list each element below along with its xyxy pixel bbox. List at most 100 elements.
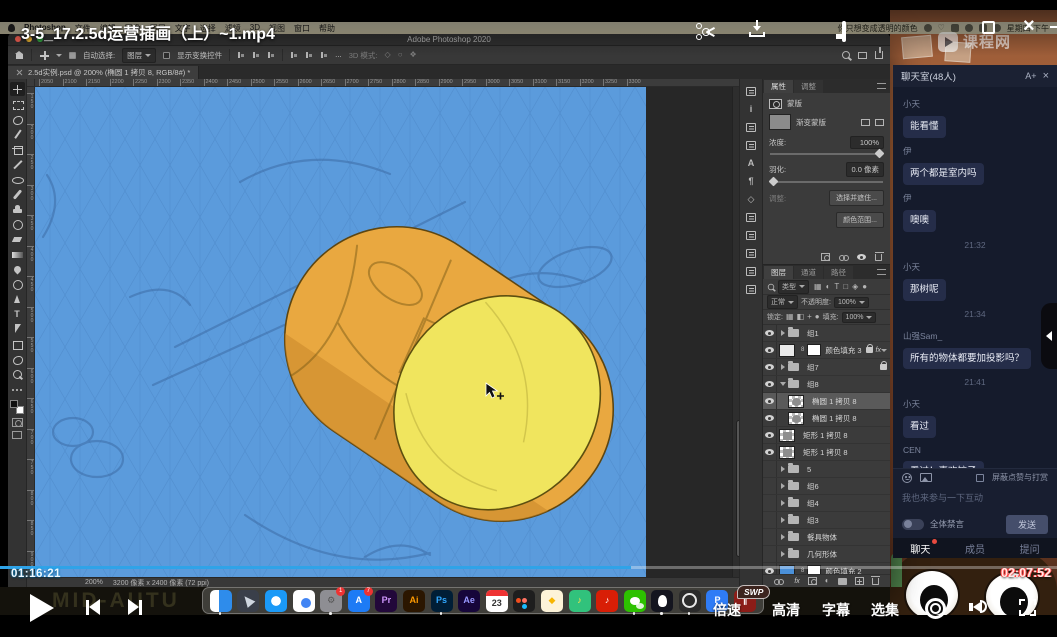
visibility-toggle[interactable] <box>763 427 777 443</box>
close-player-icon[interactable]: × <box>1023 17 1035 35</box>
eraser-tool[interactable] <box>10 232 25 246</box>
qq-music-dock-icon[interactable]: ♪ <box>569 590 591 612</box>
screen-mode-icon[interactable] <box>12 431 22 439</box>
brush-settings-icon[interactable] <box>745 121 758 133</box>
filter-adjustment-icon[interactable]: ◐ <box>826 282 831 292</box>
after-effects-dock-icon[interactable]: Ae <box>458 590 480 612</box>
picture-in-picture-icon[interactable] <box>842 21 846 42</box>
foreground-background-colors[interactable] <box>10 400 24 414</box>
vector-mask-icon[interactable] <box>875 119 884 126</box>
filter-smart-icon[interactable]: ◈ <box>852 282 858 292</box>
3d-orbit-icon[interactable]: ◇ <box>385 51 391 59</box>
path-selection-tool[interactable] <box>10 322 25 336</box>
image-icon[interactable] <box>920 473 932 482</box>
feather-slider[interactable] <box>770 181 883 183</box>
feather-value[interactable]: 0.0 像素 <box>846 162 884 177</box>
layer-thumbnail[interactable] <box>788 395 804 408</box>
calendar-dock-icon[interactable]: 23 <box>486 590 508 612</box>
group-row[interactable]: 5 <box>763 461 890 478</box>
scrollbar-thumb[interactable] <box>736 420 739 557</box>
visibility-toggle[interactable] <box>763 444 777 460</box>
delete-mask-icon[interactable] <box>875 254 882 261</box>
density-slider[interactable] <box>770 153 883 155</box>
layer-name[interactable]: 组4 <box>807 498 887 509</box>
tab-properties[interactable]: 属性 <box>764 80 793 93</box>
density-value[interactable]: 100% <box>850 136 884 149</box>
shape-tool[interactable] <box>10 337 25 351</box>
layer-name[interactable]: 组1 <box>807 328 887 339</box>
visibility-toggle[interactable] <box>763 495 777 511</box>
lock-all-icon[interactable]: ● <box>815 312 820 322</box>
layer-thumbnail[interactable] <box>779 344 795 357</box>
marquee-tool[interactable] <box>10 97 25 111</box>
menu-item[interactable]: 帮助 <box>319 23 335 34</box>
link-layers-icon[interactable] <box>774 577 783 585</box>
expand-arrow-icon[interactable] <box>781 330 785 336</box>
color-range-button[interactable]: 颜色范围... <box>836 212 884 228</box>
speed-button[interactable]: 倍速 <box>713 600 741 620</box>
layer-name[interactable]: 矩形 1 拷贝 8 <box>803 447 887 458</box>
filter-pixel-icon[interactable]: ▦ <box>814 282 822 292</box>
layer-name[interactable]: 矩形 1 拷贝 8 <box>803 430 887 441</box>
chevron-down-icon[interactable] <box>881 349 887 352</box>
group-row[interactable]: 组7 <box>763 359 890 376</box>
history-brush-tool[interactable] <box>10 217 25 231</box>
layer-name[interactable]: 几何形体 <box>807 549 887 560</box>
disable-mask-icon[interactable] <box>857 254 866 260</box>
workspace-icon[interactable] <box>858 52 867 59</box>
layer-name[interactable]: 组3 <box>807 515 887 526</box>
lock-pixels-icon[interactable]: ◧ <box>797 312 805 322</box>
send-button[interactable]: 发送 <box>1006 515 1048 534</box>
layer-name[interactable]: 椭圆 1 拷贝 8 <box>812 396 887 407</box>
quick-mask-icon[interactable] <box>12 418 23 427</box>
history-icon[interactable] <box>745 265 758 277</box>
visibility-toggle[interactable] <box>763 529 777 545</box>
fill-dropdown[interactable]: 100% <box>842 312 877 323</box>
block-gifts-checkbox[interactable] <box>976 474 984 482</box>
netease-music-dock-icon[interactable]: ♪ <box>596 590 618 612</box>
gradient-tool[interactable] <box>10 247 25 261</box>
crop-tool[interactable] <box>10 142 25 156</box>
filter-shape-icon[interactable]: □ <box>843 282 848 292</box>
chrome-dock-icon[interactable] <box>293 590 315 612</box>
ruler-corner[interactable] <box>27 79 35 87</box>
group-row[interactable]: 几何形体 <box>763 546 890 563</box>
brush-tool[interactable] <box>10 187 25 201</box>
new-group-icon[interactable] <box>838 578 847 585</box>
vertical-ruler[interactable]: 1502002503003504004505005506006507007508… <box>27 87 35 577</box>
selection-from-mask-icon[interactable] <box>821 253 830 261</box>
mask-thumbnail[interactable] <box>807 344 821 356</box>
foreground-color-swatch[interactable] <box>10 400 18 408</box>
zoom-level[interactable]: 200% <box>85 579 103 586</box>
episodes-button[interactable]: 选集 <box>871 600 899 620</box>
show-transform-checkbox[interactable] <box>163 52 170 59</box>
visibility-toggle[interactable] <box>763 325 777 341</box>
qq-dock-icon[interactable] <box>651 590 673 612</box>
play-button[interactable] <box>30 594 54 622</box>
chat-tab-成员[interactable]: 成员 <box>948 541 1003 556</box>
playback-icon[interactable] <box>924 24 932 32</box>
tab-layers[interactable]: 图层 <box>764 266 793 279</box>
quick-selection-tool[interactable] <box>10 127 25 141</box>
dodge-tool[interactable] <box>10 277 25 291</box>
move-tool[interactable] <box>10 82 25 96</box>
healing-brush-tool[interactable] <box>10 172 25 186</box>
clone-stamp-tool[interactable] <box>10 202 25 216</box>
swatches-icon[interactable] <box>745 85 758 97</box>
record-icon[interactable] <box>925 598 946 619</box>
group-row[interactable]: 餐具物体 <box>763 529 890 546</box>
font-size-button[interactable]: A+ <box>1025 71 1036 81</box>
layer-row[interactable]: 矩形 1 拷贝 8 <box>763 444 890 461</box>
paragraph-icon[interactable]: ¶ <box>745 175 758 187</box>
hand-tool[interactable] <box>10 352 25 366</box>
visibility-toggle[interactable] <box>763 376 777 392</box>
expand-arrow-icon[interactable] <box>781 517 785 523</box>
vertical-scrollbar[interactable] <box>732 87 739 577</box>
visibility-toggle[interactable] <box>763 546 777 562</box>
maximize-icon[interactable] <box>982 21 995 34</box>
fullscreen-icon[interactable] <box>1019 599 1036 616</box>
mute-all-toggle[interactable] <box>902 519 924 530</box>
chat-messages[interactable]: 小天能看懂伊两个都是室内吗伊噢噢21:32小天那树呢21:34山强Sam_所有的… <box>893 87 1057 468</box>
3d-roll-icon[interactable]: ○ <box>398 51 403 59</box>
share-icon[interactable] <box>875 51 883 59</box>
